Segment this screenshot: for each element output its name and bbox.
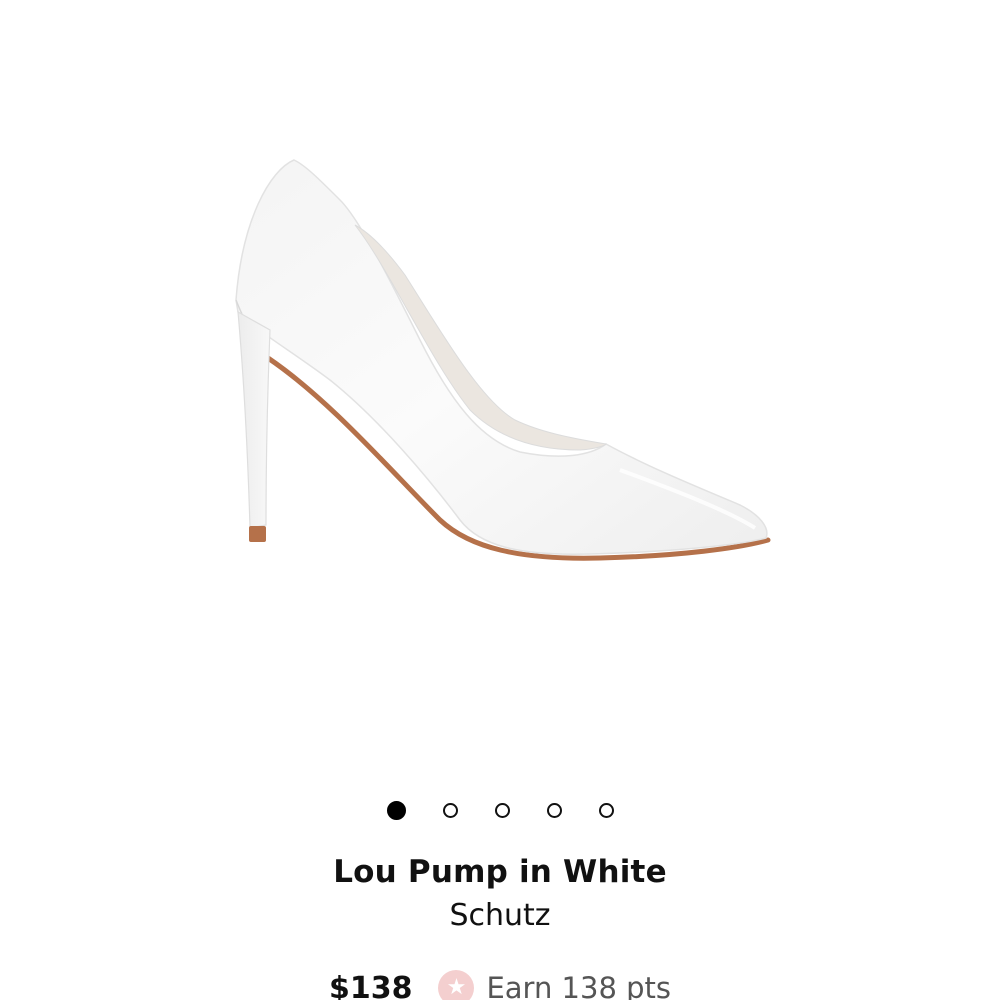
image-carousel-dots — [0, 800, 1000, 820]
carousel-dot-4[interactable] — [546, 802, 562, 818]
carousel-dot-2[interactable] — [442, 802, 458, 818]
rewards-text: Earn 138 pts — [486, 971, 672, 1000]
product-price: $138 — [328, 970, 413, 1000]
product-page: Lou Pump in White Schutz $138 ★ Earn 138… — [0, 0, 1000, 1000]
price-row: $138 ★ Earn 138 pts — [0, 970, 1000, 1000]
carousel-dot-1[interactable] — [386, 800, 406, 820]
brand-link[interactable]: Schutz — [0, 898, 1000, 933]
rewards-points[interactable]: ★ Earn 138 pts — [438, 970, 671, 1000]
carousel-dot-3[interactable] — [494, 802, 510, 818]
product-image[interactable] — [0, 0, 1000, 760]
product-title: Lou Pump in White — [333, 854, 667, 890]
carousel-dot-5[interactable] — [598, 802, 614, 818]
star-icon: ★ — [438, 970, 475, 1000]
shoe-illustration — [235, 159, 771, 561]
